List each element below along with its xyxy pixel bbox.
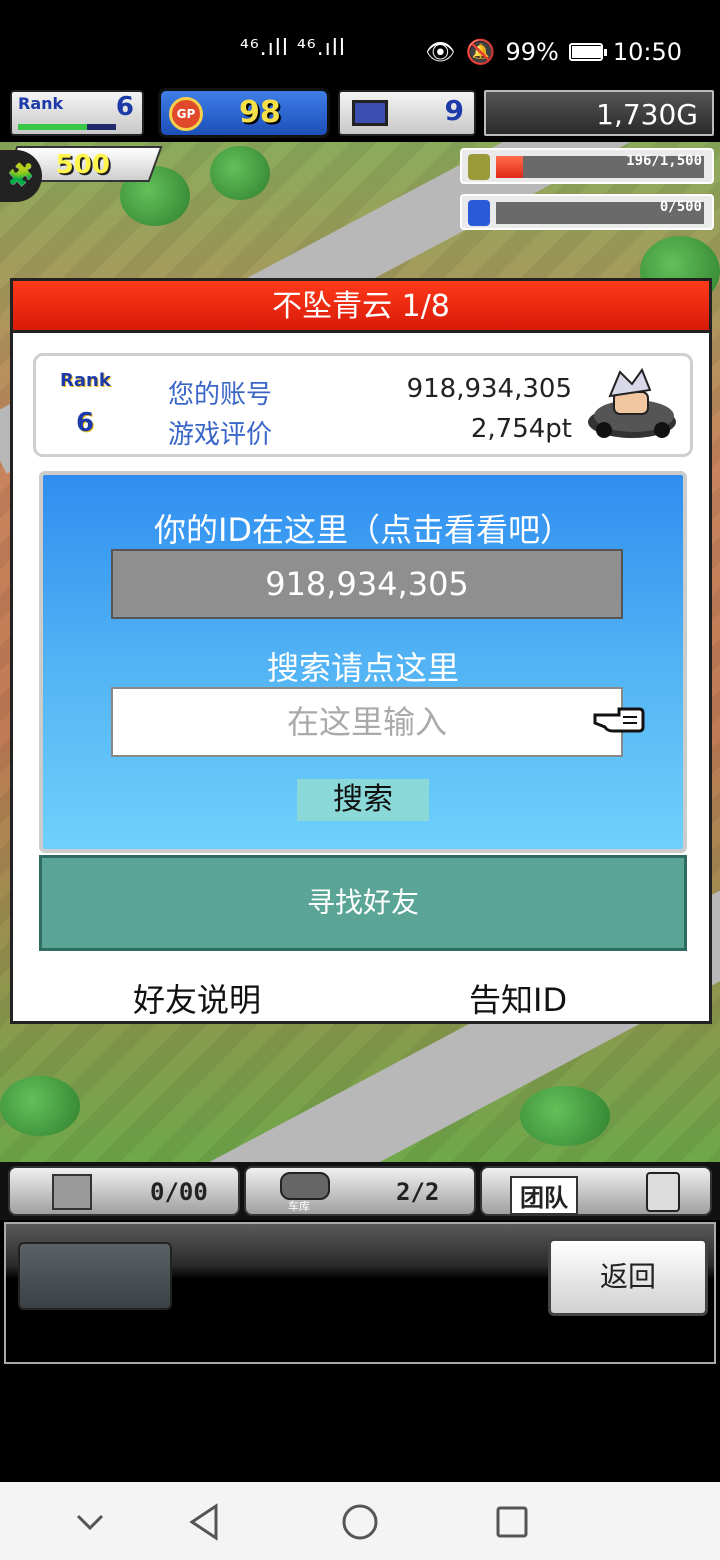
eye-icon: 👁 [425,38,456,66]
my-id-field[interactable]: 918,934,305 [111,549,623,619]
rating-label: 游戏评价 [168,420,273,450]
account-value: 918,934,305 [406,374,572,404]
oil-meter: 0/500 [460,194,714,230]
dialog-title: 不坠青云 1/8 [13,281,709,333]
oil-text: 0/500 [659,199,702,215]
status-right: 👁 🔕 99% 10:50 [425,38,682,66]
status-bar: ⁴⁶.ıll ⁴⁶.ıll 👁 🔕 99% 10:50 [0,0,720,86]
money-display: 1,730G [484,90,714,136]
tree [0,1076,80,1136]
rank-value: 6 [115,92,134,122]
pc-counter[interactable]: 9 [338,90,476,136]
rank-label: Rank [18,94,64,113]
rank-label: Rank [60,370,111,391]
money-value: 1,730G [596,98,698,131]
car-icon [280,1172,330,1200]
search-input[interactable]: 在这里输入 [111,687,623,757]
tab-team[interactable]: 团队 [480,1166,712,1216]
tab-garage[interactable]: 车库 2/2 [244,1166,476,1216]
tree [210,146,270,200]
share-id-link[interactable]: 告知ID [469,975,567,1021]
account-info-card: Rank 6 您的账号 游戏评价 918,934,305 2,754pt [33,353,693,457]
account-label: 您的账号 [168,380,273,410]
pc-value: 9 [444,94,464,127]
bottle-icon [468,200,490,226]
search-button[interactable]: 搜索 [297,779,429,821]
find-friend-button[interactable]: 寻找好友 [39,855,687,951]
search-hint: 搜索请点这里 [266,649,459,687]
search-panel: 你的ID在这里（点击看看吧） 918,934,305 搜索请点这里 在这里输入 … [39,471,687,853]
fuel-text: 196/1,500 [626,153,702,169]
signal-icon: ⁴⁶.ıll ⁴⁶.ıll [240,36,346,61]
barrel-icon [468,154,490,180]
tab-storage[interactable]: 0/00 [8,1166,240,1216]
tree [520,1086,610,1146]
rating-value: 2,754pt [470,414,572,444]
storage-count: 0/00 [150,1178,208,1206]
gp-value: 98 [239,95,281,130]
points-value: 500 [55,150,110,180]
battery-percent: 99% [505,38,559,66]
back-icon[interactable] [184,1500,228,1544]
return-button[interactable]: 返回 [548,1238,708,1316]
driver-car-icon [588,367,676,438]
rank-progress [18,124,116,130]
rank-value: 6 [76,408,95,438]
system-nav-bar [0,1482,720,1560]
friend-dialog: 不坠青云 1/8 Rank 6 您的账号 游戏评价 918,934,305 2,… [10,278,712,1024]
garage-caption: 车库 [288,1200,310,1213]
computer-icon [352,100,388,126]
clock: 10:50 [612,38,682,66]
recents-icon[interactable] [490,1500,534,1544]
gp-counter[interactable]: GP 98 [158,88,330,138]
chevron-down-icon[interactable] [68,1500,112,1544]
rank-progress-fill [18,124,87,130]
friend-help-link[interactable]: 好友说明 [133,975,261,1021]
battery-fill [571,46,602,58]
gp-coin-icon: GP [169,97,203,131]
empty-slot [18,1242,172,1310]
mute-icon: 🔕 [465,38,496,66]
box-icon [52,1174,92,1210]
team-member-icon [646,1172,680,1212]
garage-count: 2/2 [396,1178,440,1206]
pointing-hand-icon [593,707,645,733]
fuel-meter: 196/1,500 [460,148,714,184]
rank-indicator: Rank 6 [10,90,144,136]
team-label: 团队 [510,1176,578,1215]
home-icon[interactable] [338,1500,382,1544]
id-hint: 你的ID在这里（点击看看吧） [153,511,573,549]
battery-icon [568,43,607,61]
fuel-fill [496,156,524,178]
